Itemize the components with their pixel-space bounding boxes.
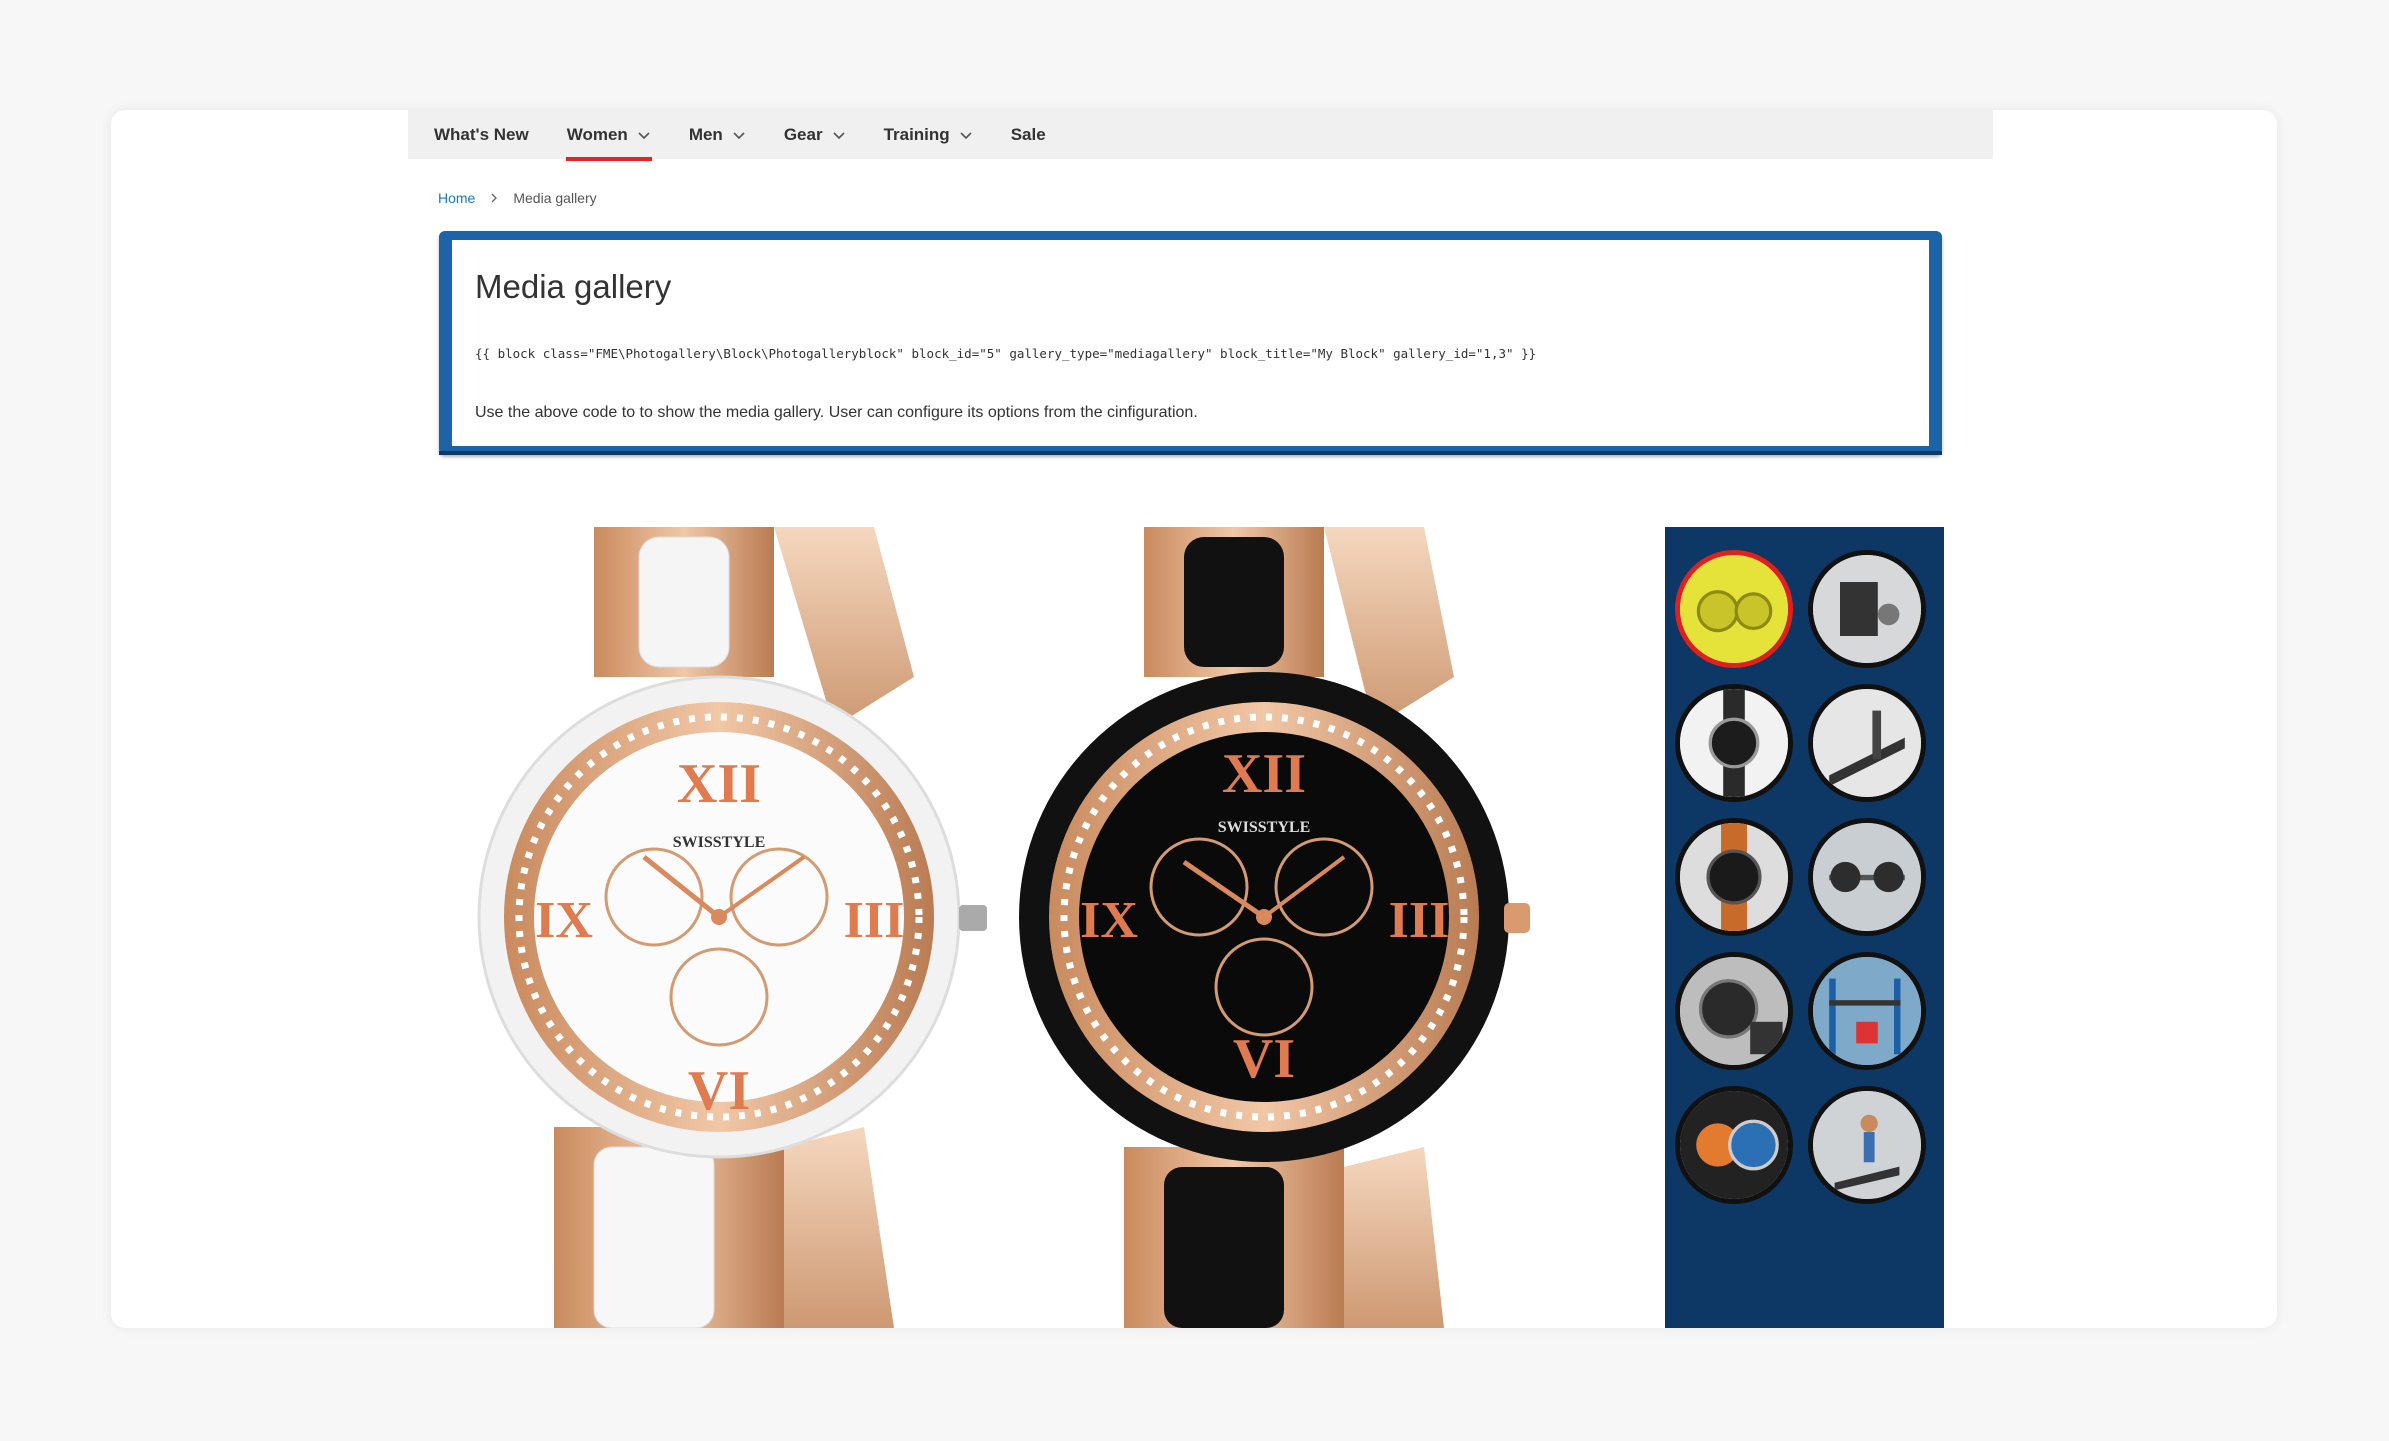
breadcrumb-home-link[interactable]: Home — [438, 190, 475, 206]
nav-label: Men — [688, 124, 723, 144]
thumbnail-10[interactable] — [1808, 1086, 1926, 1204]
main-navigation: What's New Women Men Gear Training Sale — [408, 110, 1993, 161]
nav-label: Training — [883, 124, 950, 144]
thumbnail-8[interactable] — [1808, 952, 1926, 1070]
nav-label: Women — [566, 124, 628, 144]
svg-text:SWISSTYLE: SWISSTYLE — [673, 834, 766, 851]
chevron-right-icon — [491, 193, 498, 203]
white-watch: XII VI IX III SWISSTYLE — [477, 527, 987, 1328]
chevron-down-icon — [638, 131, 650, 139]
breadcrumb-current: Media gallery — [513, 190, 597, 206]
page-title: Media gallery — [475, 268, 672, 305]
svg-text:XII: XII — [677, 753, 761, 815]
nav-label: What's New — [434, 124, 529, 144]
thumbnail-9[interactable] — [1675, 1086, 1793, 1204]
chevron-down-icon — [960, 131, 972, 139]
nav-item-training[interactable]: Training — [884, 110, 973, 159]
thumbnail-2[interactable] — [1808, 550, 1926, 668]
gallery-main-image[interactable]: XII VI IX III SWISSTYLE XII VI IX III SW… — [444, 527, 1777, 1328]
breadcrumb: Home Media gallery — [438, 190, 597, 206]
chevron-down-icon — [733, 131, 745, 139]
block-code-snippet: {{ block class="FME\Photogallery\Block\P… — [475, 346, 1537, 361]
svg-text:IX: IX — [535, 892, 593, 949]
watch-pair-image: XII VI IX III SWISSTYLE XII VI IX III SW… — [477, 527, 1530, 1328]
svg-text:VI: VI — [1233, 1028, 1295, 1090]
thumbnail-4[interactable] — [1808, 684, 1926, 802]
gallery-thumbnail-panel — [1665, 527, 1944, 1328]
page-card: What's New Women Men Gear Training Sale … — [111, 110, 2277, 1328]
thumbnail-1[interactable] — [1675, 550, 1793, 668]
thumbnail-3[interactable] — [1675, 684, 1793, 802]
nav-item-men[interactable]: Men — [689, 110, 746, 159]
thumbnail-7[interactable] — [1675, 952, 1793, 1070]
chevron-down-icon — [832, 131, 845, 139]
nav-item-women[interactable]: Women — [565, 110, 652, 161]
thumbnail-6[interactable] — [1808, 818, 1926, 936]
nav-item-gear[interactable]: Gear — [784, 110, 846, 159]
black-watch: XII VI IX III SWISSTYLE — [1019, 527, 1530, 1328]
nav-label: Gear — [783, 124, 823, 144]
nav-label: Sale — [1010, 124, 1046, 144]
nav-item-whats-new[interactable]: What's New — [434, 110, 529, 159]
svg-text:XII: XII — [1222, 743, 1306, 805]
svg-text:VI: VI — [688, 1060, 750, 1122]
svg-text:III: III — [1389, 892, 1450, 949]
svg-text:III: III — [844, 892, 905, 949]
svg-text:IX: IX — [1080, 892, 1138, 949]
media-gallery-info-box: Media gallery {{ block class="FME\Photog… — [439, 231, 1942, 455]
thumbnail-5[interactable] — [1675, 818, 1793, 936]
svg-text:SWISSTYLE: SWISSTYLE — [1218, 819, 1311, 836]
nav-item-sale[interactable]: Sale — [1011, 110, 1046, 159]
info-description: Use the above code to to show the media … — [475, 404, 1198, 421]
